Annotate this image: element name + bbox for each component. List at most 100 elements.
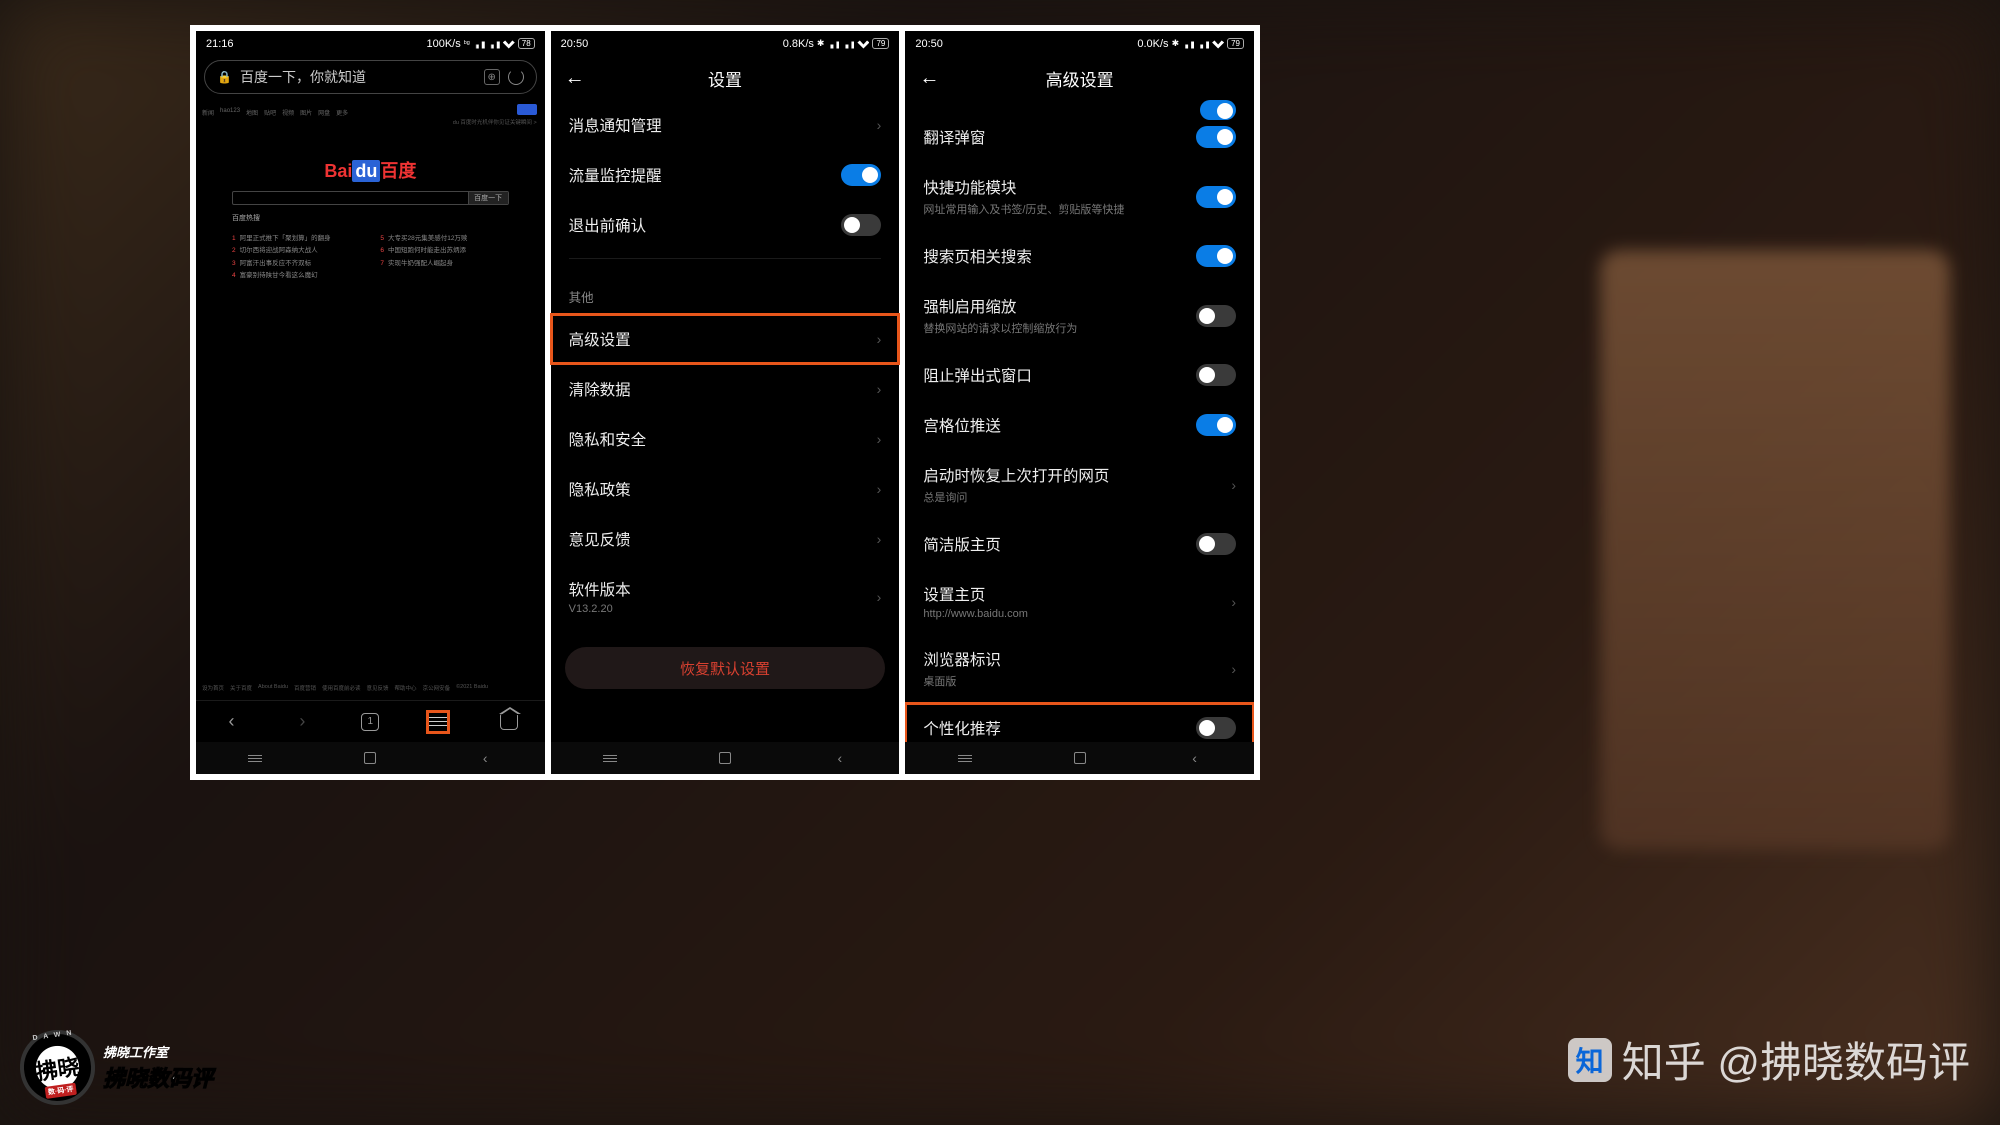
watermark-badge: 拂晓 数·码·评 [15,1025,100,1110]
address-text: 百度一下，你就知道 [240,67,476,87]
row-label: 意见反馈 [569,528,631,550]
settings-row[interactable]: 流量监控提醒 [551,150,900,200]
row-label: 清除数据 [569,378,631,400]
toggle-switch[interactable] [1200,100,1236,120]
status-speed: 0.8K/s [783,38,814,50]
baidu-search-button[interactable]: 百度一下 [468,192,508,204]
toggle-switch[interactable] [1196,533,1236,555]
row-label: 快捷功能模块 [923,176,1124,198]
toggle-switch[interactable] [841,214,881,236]
settings-row[interactable]: 浏览器标识桌面版› [905,634,1254,703]
nav-home-icon[interactable] [497,710,521,734]
toggle-switch[interactable] [1196,245,1236,267]
refresh-icon[interactable] [508,69,524,85]
settings-row[interactable]: 个性化推荐 [905,703,1254,742]
toggle-switch[interactable] [841,164,881,186]
row-subtitle: 桌面版 [923,673,1001,689]
status-bar: 21:16 100K/s ᵇᵍ 78 [196,31,545,56]
status-speed: 0.0K/s [1137,38,1168,50]
row-label: 宫格位推送 [923,414,1001,436]
toggle-switch[interactable] [1196,305,1236,327]
nav-back-icon[interactable]: ‹ [219,710,243,734]
signal-icon [473,39,485,49]
settings-row[interactable]: 强制启用缩放替换网站的请求以控制缩放行为 [905,281,1254,350]
settings-row[interactable]: 设置主页http://www.baidu.com› [905,569,1254,634]
login-badge[interactable]: 登录 [517,104,537,115]
chevron-right-icon: › [1231,594,1236,610]
battery-icon: 79 [872,38,889,49]
signal-icon [842,39,854,49]
wifi-icon [503,39,515,49]
back-icon[interactable]: ← [919,67,939,90]
row-label: 启动时恢复上次打开的网页 [923,464,1109,486]
settings-row[interactable]: 快捷功能模块网址常用输入及书签/历史、剪贴版等快捷 [905,162,1254,231]
status-bar: 20:50 0.8K/s ✱ 79 [551,31,900,56]
chevron-right-icon: › [877,589,882,605]
baidu-topnav[interactable]: 新闻hao123地图贴吧视频图片网盘更多 [202,108,539,117]
toggle-switch[interactable] [1196,717,1236,739]
sys-recents-icon[interactable] [955,750,975,766]
toggle-switch[interactable] [1196,126,1236,148]
settings-header: ← 高级设置 [905,56,1254,100]
settings-row[interactable]: 退出前确认 [551,200,900,250]
sys-back-icon[interactable]: ‹ [475,750,495,766]
sys-home-icon[interactable] [1074,752,1086,764]
status-time: 20:50 [561,38,589,50]
settings-row[interactable]: 消息通知管理› [551,100,900,150]
settings-row[interactable]: 清除数据 › [551,364,900,414]
address-bar[interactable]: 🔒 百度一下，你就知道 ⊕ [204,60,537,94]
row-label: 设置主页 [923,583,1028,605]
status-time: 21:16 [206,38,234,50]
sys-recents-icon[interactable] [600,750,620,766]
settings-row[interactable]: 意见反馈› [551,514,900,564]
nav-tabs-icon[interactable]: 1 [361,713,379,731]
status-bar: 20:50 0.0K/s ✱ 79 [905,31,1254,56]
settings-row[interactable]: 宫格位推送 [905,400,1254,450]
toggle-switch[interactable] [1196,364,1236,386]
lock-icon: 🔒 [217,70,232,84]
settings-row[interactable]: 阻止弹出式窗口 [905,350,1254,400]
toggle-switch[interactable] [1196,414,1236,436]
sys-back-icon[interactable]: ‹ [1185,750,1205,766]
row-subtitle: 总是询问 [923,489,1109,505]
system-nav: ‹ [905,742,1254,774]
settings-row[interactable]: 搜索页相关搜索 [905,231,1254,281]
settings-row[interactable]: 软件版本V13.2.20› [551,564,900,629]
baidu-search-box[interactable]: 百度一下 [232,191,509,205]
section-header: 其他 [551,267,900,314]
wifi-icon [857,39,869,49]
browser-bottom-nav: ‹ › 1 [196,700,545,742]
settings-row[interactable]: 隐私和安全› [551,414,900,464]
sys-home-icon[interactable] [719,752,731,764]
row-subtitle: 网址常用输入及书签/历史、剪贴版等快捷 [923,201,1124,217]
row-label: 阻止弹出式窗口 [923,364,1032,386]
baidu-logo: Baidu百度 [202,157,539,183]
back-icon[interactable]: ← [565,67,585,90]
row-label: 高级设置 [569,328,631,350]
settings-row[interactable]: 简洁版主页 [905,519,1254,569]
reset-button[interactable]: 恢复默认设置 [565,647,886,689]
baidu-hot-list[interactable]: 阿里正式推下「聚划算」的翻身切尔西将迎战阿森纳大战人阿富汗出事反应不齐双标富豪别… [232,233,509,282]
row-label: 流量监控提醒 [569,164,662,186]
settings-row[interactable]: 隐私政策› [551,464,900,514]
nav-menu-icon[interactable] [426,710,450,734]
toggle-switch[interactable] [1196,186,1236,208]
row-label: 个性化推荐 [923,717,1001,739]
settings-row[interactable]: 高级设置› [551,314,900,364]
settings-row[interactable]: 启动时恢复上次打开的网页总是询问 › [905,450,1254,519]
chevron-right-icon: › [1231,477,1236,493]
sys-recents-icon[interactable] [245,750,265,766]
nav-forward-icon[interactable]: › [290,710,314,734]
settings-row[interactable]: 翻译弹窗 [905,112,1254,162]
settings-list: 翻译弹窗 快捷功能模块网址常用输入及书签/历史、剪贴版等快捷 搜索页相关搜索 强… [905,100,1254,742]
sys-back-icon[interactable]: ‹ [830,750,850,766]
hot-search-label: 百度热搜 [232,213,509,223]
wifi-icon [1212,39,1224,49]
chevron-right-icon: › [877,431,882,447]
system-nav: ‹ [196,742,545,774]
chevron-right-icon: › [877,381,882,397]
sys-home-icon[interactable] [364,752,376,764]
bookmark-icon[interactable]: ⊕ [484,69,500,85]
status-time: 20:50 [915,38,943,50]
row-label: 浏览器标识 [923,648,1001,670]
